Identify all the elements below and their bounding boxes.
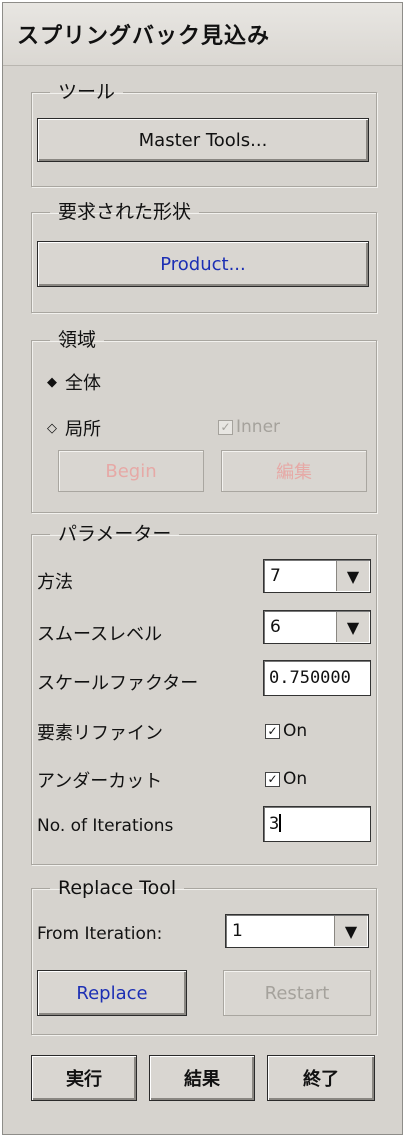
radio-unselected-icon: ◇ bbox=[47, 420, 57, 436]
iterations-input[interactable]: 3 bbox=[263, 806, 371, 842]
refine-on-label: On bbox=[283, 721, 308, 741]
scale-factor-input[interactable]: 0.750000 bbox=[263, 660, 371, 696]
edit-button[interactable]: 編集 bbox=[221, 450, 367, 492]
iterations-value: 3 bbox=[269, 814, 280, 834]
radio-local[interactable]: ◇ 局所 bbox=[47, 415, 101, 441]
inner-label: Inner bbox=[236, 417, 281, 437]
method-value: 7 bbox=[270, 566, 281, 586]
from-iteration-value: 1 bbox=[232, 921, 243, 941]
dialog-window: スプリングバック見込み ツール Master Tools... 要求された形状 … bbox=[2, 2, 403, 1135]
refine-check-icon: ✓ bbox=[265, 723, 280, 739]
result-button[interactable]: 結果 bbox=[149, 1055, 255, 1101]
chevron-down-icon[interactable]: ▼ bbox=[336, 561, 369, 591]
begin-button[interactable]: Begin bbox=[58, 450, 204, 492]
product-button[interactable]: Product... bbox=[37, 241, 369, 287]
shape-legend: 要求された形状 bbox=[58, 201, 192, 223]
undercut-on-label: On bbox=[283, 769, 308, 789]
run-button[interactable]: 実行 bbox=[31, 1055, 137, 1101]
master-tools-button[interactable]: Master Tools... bbox=[37, 118, 369, 162]
smooth-level-select[interactable]: 6 ▼ bbox=[263, 610, 371, 644]
inner-check-icon: ✓ bbox=[218, 419, 233, 435]
undercut-check-icon: ✓ bbox=[265, 771, 280, 787]
replace-button[interactable]: Replace bbox=[37, 970, 187, 1016]
undercut-checkbox[interactable]: ✓ On bbox=[265, 769, 307, 789]
inner-checkbox[interactable]: ✓ Inner bbox=[218, 417, 280, 437]
method-label: 方法 bbox=[37, 572, 73, 593]
exit-button[interactable]: 終了 bbox=[267, 1055, 375, 1101]
radio-all-label: 全体 bbox=[65, 373, 101, 394]
restart-button[interactable]: Restart bbox=[223, 970, 371, 1016]
text-caret bbox=[279, 814, 282, 832]
undercut-label: アンダーカット bbox=[37, 771, 163, 792]
element-refine-checkbox[interactable]: ✓ On bbox=[265, 721, 307, 741]
tools-legend: ツール bbox=[58, 81, 116, 103]
method-select[interactable]: 7 ▼ bbox=[263, 559, 371, 593]
smooth-level-value: 6 bbox=[270, 617, 281, 637]
element-refine-label: 要素リファイン bbox=[37, 723, 163, 744]
iterations-label: No. of Iterations bbox=[37, 816, 174, 836]
from-iteration-label: From Iteration: bbox=[37, 924, 163, 944]
replace-tool-legend: Replace Tool bbox=[58, 877, 177, 899]
region-legend: 領域 bbox=[58, 329, 97, 351]
radio-selected-icon: ◆ bbox=[47, 374, 57, 390]
chevron-down-icon[interactable]: ▼ bbox=[334, 916, 367, 946]
smooth-level-label: スムースレベル bbox=[37, 624, 163, 645]
scale-factor-label: スケールファクター bbox=[37, 673, 199, 694]
radio-all[interactable]: ◆ 全体 bbox=[47, 369, 101, 395]
title-bar[interactable]: スプリングバック見込み bbox=[3, 3, 402, 66]
window-title: スプリングバック見込み bbox=[17, 24, 271, 49]
radio-local-label: 局所 bbox=[65, 419, 101, 440]
parameters-legend: パラメーター bbox=[58, 523, 172, 545]
chevron-down-icon[interactable]: ▼ bbox=[336, 612, 369, 642]
from-iteration-select[interactable]: 1 ▼ bbox=[225, 914, 369, 948]
